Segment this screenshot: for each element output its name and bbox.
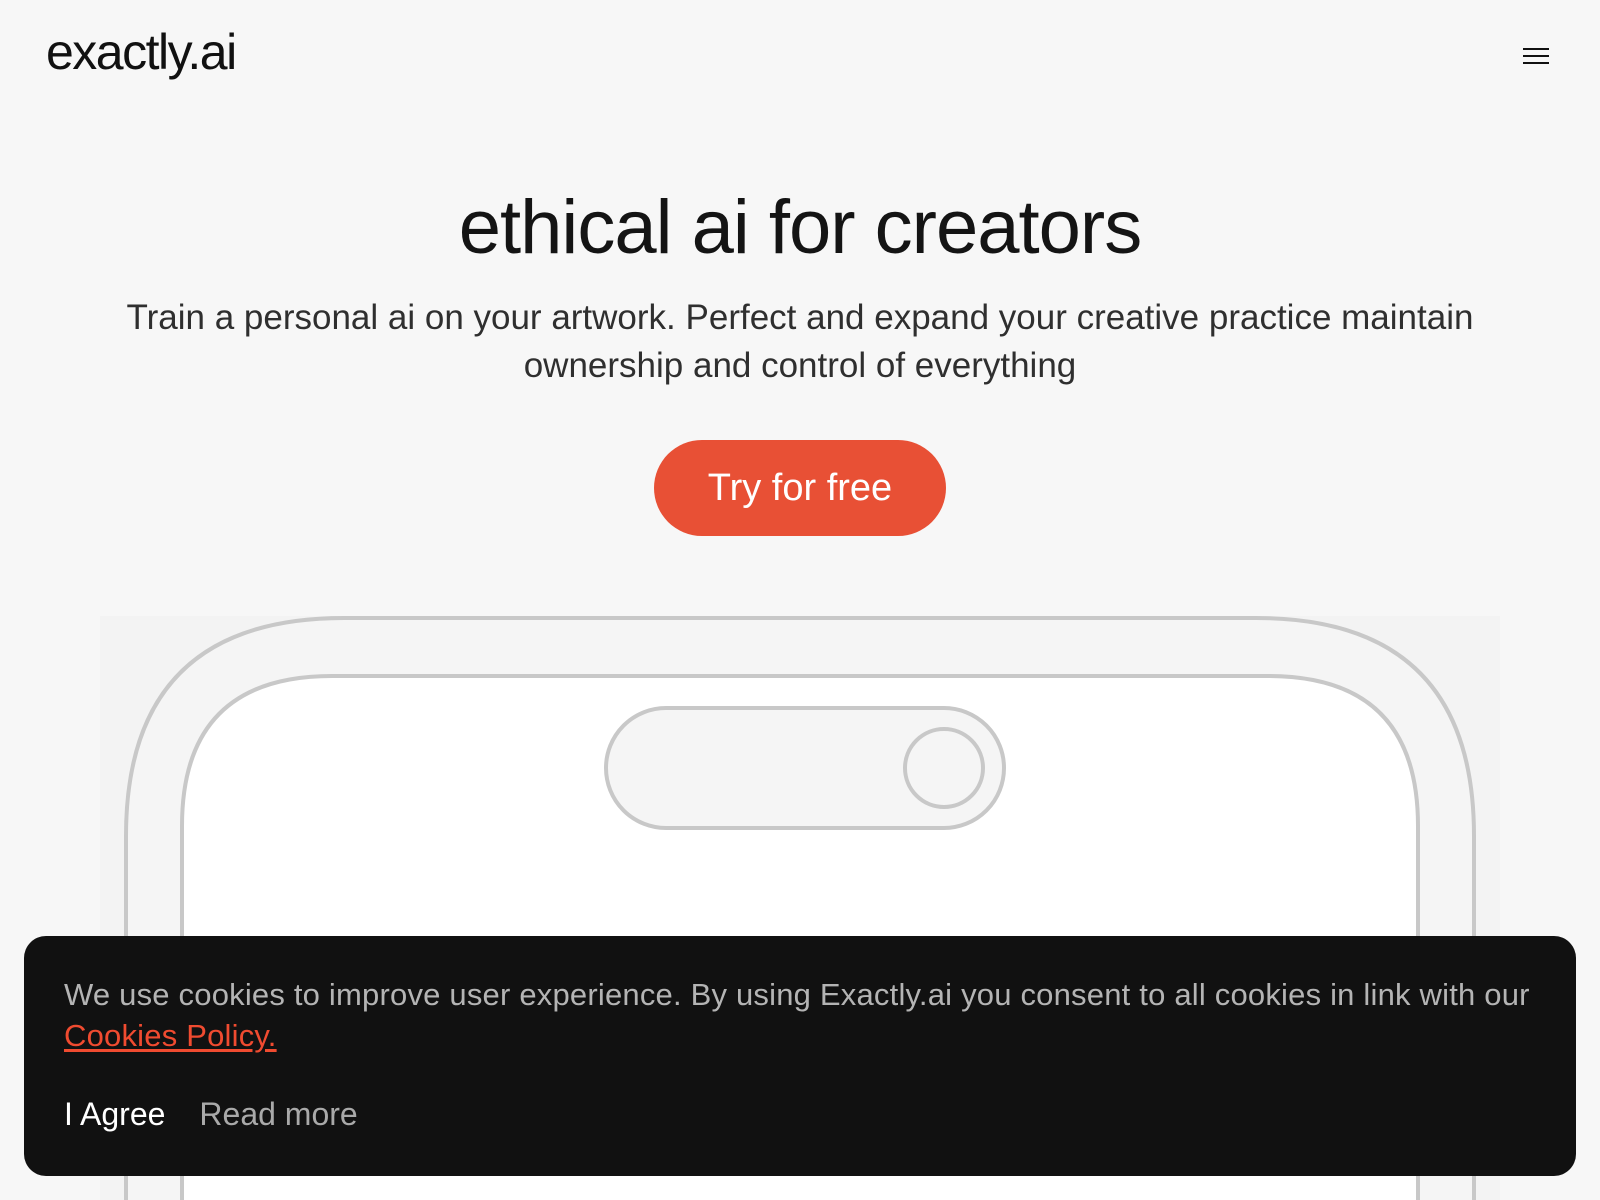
hero-subtitle: Train a personal ai on your artwork. Per… bbox=[126, 298, 1474, 385]
cookie-message: We use cookies to improve user experienc… bbox=[64, 974, 1536, 1056]
cookie-banner: We use cookies to improve user experienc… bbox=[24, 936, 1576, 1176]
logo[interactable]: exactly.ai bbox=[46, 22, 237, 82]
cookies-policy-link[interactable]: Cookies Policy. bbox=[64, 1018, 277, 1053]
hamburger-menu-icon bbox=[1523, 48, 1549, 64]
cookie-actions: I Agree Read more bbox=[64, 1096, 358, 1133]
try-for-free-button[interactable]: Try for free bbox=[654, 440, 946, 536]
read-more-link[interactable]: Read more bbox=[199, 1096, 357, 1133]
page: exactly.ai ethical ai for creators Train… bbox=[0, 0, 1600, 1200]
agree-button[interactable]: I Agree bbox=[64, 1096, 165, 1133]
cookie-message-text: We use cookies to improve user experienc… bbox=[64, 977, 1530, 1012]
hero-title: ethical ai for creators bbox=[458, 185, 1142, 270]
menu-button[interactable] bbox=[1518, 42, 1554, 70]
